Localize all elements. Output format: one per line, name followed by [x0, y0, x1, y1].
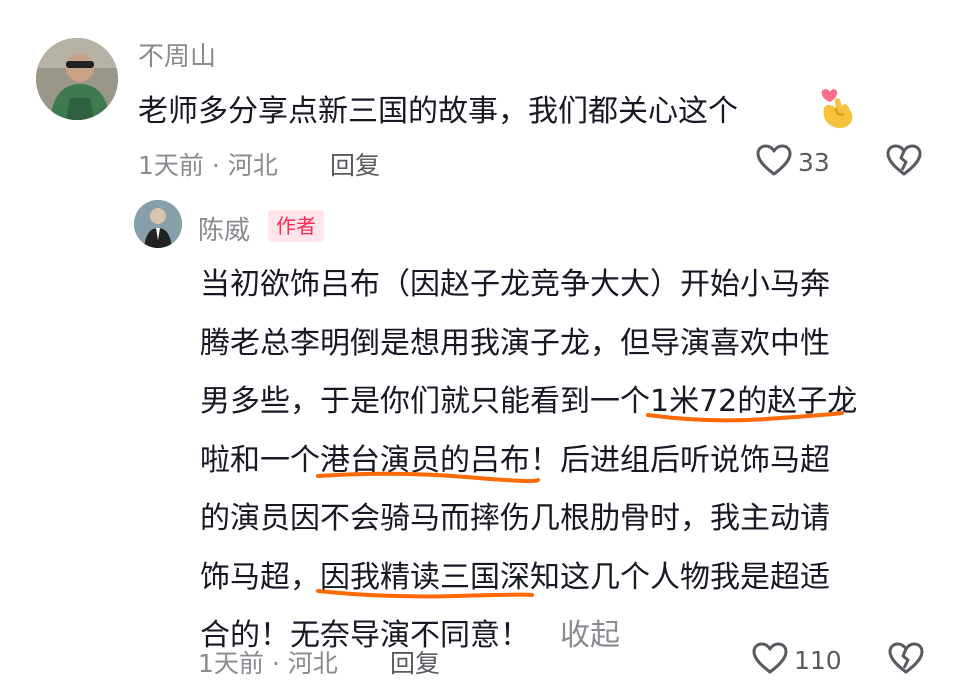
comment-line: 腾老总李明倒是想用我演子龙，但导演喜欢中性: [200, 325, 830, 361]
avatar[interactable]: [36, 38, 118, 120]
reply-button[interactable]: 回复: [390, 644, 440, 680]
comment-line: 男多些，于是你们就只能看到一个1米72的赵子龙: [200, 373, 940, 432]
like-count: 110: [794, 645, 842, 675]
comment-line: 啦和一个港台演员的吕布 ！后进组后听说饰马超: [200, 432, 940, 491]
like-button[interactable]: 110: [752, 642, 842, 678]
handdrawn-underline: [316, 588, 534, 598]
broken-heart-icon: [886, 144, 922, 176]
like-count: 33: [798, 147, 830, 177]
author-badge: 作者: [268, 210, 324, 242]
comment-time-location: 1天前 · 河北: [198, 649, 338, 678]
text-segment: 啦和一个: [200, 442, 320, 478]
highlighted-text: 1米72的赵子龙: [646, 384, 857, 423]
username[interactable]: 不周山: [138, 36, 216, 73]
text-segment: ！后进组后听说饰马超: [530, 442, 830, 478]
author-username[interactable]: 陈威: [198, 210, 250, 247]
comment-line: 的演员因不会骑马而摔伤几根肋骨时，我主动请: [200, 501, 830, 536]
text-segment: 饰马超，: [200, 559, 320, 595]
finger-heart-emoji: [818, 86, 858, 130]
like-button[interactable]: 33: [756, 144, 830, 180]
broken-heart-icon: [888, 642, 924, 674]
dislike-button[interactable]: [886, 144, 922, 180]
comment-text: 老师多分享点新三国的故事，我们都关心这个: [138, 94, 738, 129]
dislike-button[interactable]: [888, 642, 924, 678]
handdrawn-underline: [646, 411, 844, 423]
heart-outline-icon: [752, 642, 788, 678]
heart-outline-icon: [756, 144, 792, 180]
comment-line: 饰马超，因我精读三国深知 这几个人物我是超适: [200, 549, 940, 608]
reply-button[interactable]: 回复: [330, 146, 380, 182]
comment-text: 当初欲饰吕布（因赵子龙竞争大大）开始小马奔 腾老总李明倒是想用我演子龙，但导演喜…: [200, 256, 940, 666]
handdrawn-underline: [316, 471, 540, 483]
text-segment: 这几个人物我是超适: [560, 559, 830, 595]
highlighted-text: 因我精读三国深知: [316, 560, 560, 598]
collapse-button[interactable]: 收起: [560, 618, 620, 653]
comment-line: 当初欲饰吕布（因赵子龙竞争大大）开始小马奔: [200, 267, 830, 302]
text-segment: 男多些，于是你们就只能看到一个: [200, 384, 650, 419]
highlighted-text: 港台演员的吕布: [316, 443, 540, 483]
author-avatar[interactable]: [134, 200, 182, 248]
comment-time-location: 1天前 · 河北: [138, 151, 278, 180]
